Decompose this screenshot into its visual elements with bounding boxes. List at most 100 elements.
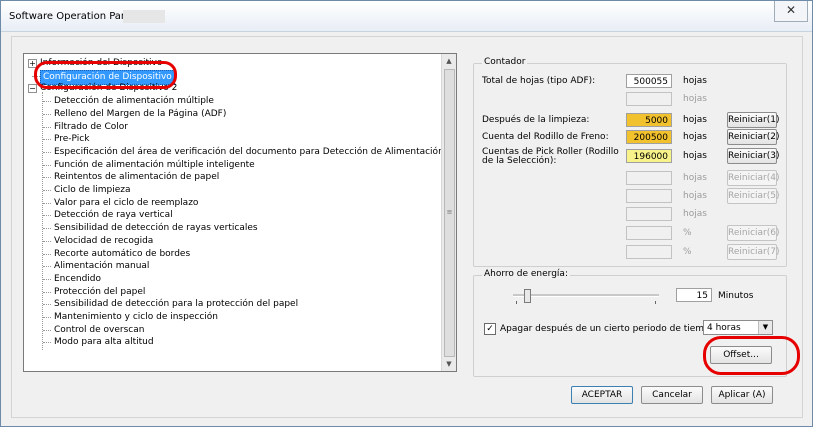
tree-item-label: Especificación del área de verificación … [54,146,457,157]
tree-guide-tick [43,317,51,318]
tree-guide-tick [43,190,51,191]
tree-guide-tick [43,342,51,344]
apply-button-label: Aplicar (A) [718,390,766,400]
tree-item[interactable]: Filtrado de Color [24,121,442,134]
settings-tree: + Información del Dispositivo Configuració… [23,53,457,372]
tree-item[interactable]: Detección de raya vertical [24,209,442,222]
cancel-button[interactable]: Cancelar [641,386,703,404]
reset-button[interactable]: Reiniciar(2) [727,129,780,145]
counter-value [626,171,672,185]
tree-item-label: Ciclo de limpieza [54,185,131,195]
counter-value: 500055 [626,74,672,88]
reset-button: Reiniciar(5) [727,188,780,204]
reset-button-label: Reiniciar(1) [728,115,780,125]
counter-group-title: Contador [482,57,528,67]
collapse-icon[interactable]: − [28,84,37,94]
scroll-thumb[interactable]: ≡ [444,69,455,357]
tree-item[interactable]: Protección del papel [24,286,442,299]
minutes-unit: Minutos [718,291,754,301]
tree-item[interactable]: Pre-Pick [24,133,442,146]
slider-tick-min [516,301,517,304]
tree-item[interactable]: Sensibilidad de detección para la protec… [24,298,442,311]
tree-item[interactable]: Control de overscan [24,324,442,337]
tree-item-label: Mantenimiento y ciclo de inspección [54,312,218,322]
title-bar: Software Operation Panel fi- ✕ [1,1,812,32]
reset-button[interactable]: Reiniciar(1) [727,112,780,128]
apply-button[interactable]: Aplicar (A) [711,386,773,404]
counter-label: Después de la limpieza: [482,115,590,125]
reset-button-label: Reiniciar(4) [728,173,780,183]
tree-item-label: Alimentación manual [54,261,150,272]
counter-value: 196000 [626,149,672,163]
tree-guide-tick [43,113,51,115]
tree-item[interactable]: Valor para el ciclo de reemplazo [24,197,442,210]
tree-item[interactable]: Mantenimiento y ciclo de inspección [24,311,442,324]
tree-item[interactable]: Función de alimentación múltiple intelig… [24,159,442,172]
tree-scrollbar[interactable]: ▲ ≡ ▼ [441,54,456,371]
reset-button: Reiniciar(6) [727,225,780,241]
tree-item-label: Sensibilidad de detección para la protec… [54,299,299,310]
tree-item[interactable]: Modo para alta altitud [24,336,442,349]
scroll-up-icon[interactable]: ▲ [442,54,456,68]
tree-guide-tick [43,101,51,103]
counter-unit: hojas [683,115,707,125]
tree-item[interactable]: Alimentación manual [24,260,442,273]
tree-item-label: Pre-Pick [54,134,90,145]
tree-item-label: Recorte automático de bordes [54,248,191,259]
cancel-button-label: Cancelar [652,390,692,400]
tree-item-label: Filtrado de Color [54,121,128,132]
tree-item-label: Relleno del Margen de la Página (ADF) [54,108,227,119]
counter-value [626,245,672,259]
tree-guide-tick [43,253,51,255]
tree-item-label: Sensibilidad de detección de rayas verti… [54,223,258,234]
tree-item[interactable]: Sensibilidad de detección de rayas verti… [24,222,442,235]
counter-value [626,92,672,106]
tree-guide-tick [43,329,51,331]
tree-guide-tick [43,177,51,179]
reset-button: Reiniciar(4) [727,170,780,186]
reset-button[interactable]: Reiniciar(3) [727,148,780,164]
chevron-down-icon[interactable]: ▼ [758,321,772,334]
auto-off-label: Apagar después de un cierto periodo de t… [500,324,716,334]
reset-button-label: Reiniciar(6) [728,228,780,238]
auto-off-time-select[interactable]: 4 horas ▼ [703,320,773,335]
tree-guide-tick [43,139,51,141]
minutes-value: 15 [676,288,712,302]
energy-slider-track [513,294,659,297]
auto-off-checkbox[interactable]: ✓ [484,323,496,335]
counter-unit: % [683,228,692,238]
counter-unit: hojas [683,191,707,201]
scroll-grip-icon: ≡ [446,208,453,216]
reset-button-label: Reiniciar(2) [728,132,780,142]
ok-button[interactable]: ACEPTAR [571,386,633,404]
tree-item[interactable]: Recorte automático de bordes [24,248,442,261]
ok-button-label: ACEPTAR [581,390,623,400]
counter-value [626,189,672,203]
counter-unit: % [683,247,692,257]
tree-item[interactable]: Relleno del Margen de la Página (ADF) [24,108,442,121]
tree-guide-tick [43,240,51,242]
tree-item[interactable]: Ciclo de limpieza [24,184,442,197]
tree-item[interactable]: Encendido [24,273,442,286]
counter-value: 200500 [626,130,672,144]
tree-item-label: Protección del papel [54,286,146,297]
tree-item[interactable]: Reintentos de alimentación de papel [24,171,442,184]
tree-item[interactable]: Velocidad de recogida [24,235,442,248]
tree-guide-tick [43,304,51,306]
energy-slider-thumb[interactable] [524,289,531,303]
tree-guide-tick [43,151,51,153]
close-icon[interactable]: ✕ [774,1,808,22]
counter-label: Cuenta del Rodillo de Freno: [482,132,609,142]
counter-unit: hojas [683,173,707,183]
tree-item-label: Modo para alta altitud [54,337,154,348]
scroll-down-icon[interactable]: ▼ [442,357,456,371]
counter-label: Cuentas de Pick Roller (Rodillo de la Se… [482,147,619,166]
tree-item-label: Detección de alimentación múltiple [54,96,214,107]
auto-off-time-value: 4 horas [707,323,741,333]
counter-label: Total de hojas (tipo ADF): [482,76,596,86]
tree-item-label: Velocidad de recogida [54,235,154,246]
tree-item[interactable]: Especificación del área de verificación … [24,146,456,159]
tree-item[interactable]: Detección de alimentación múltiple [24,95,442,108]
tree-item-label: Encendido [54,273,102,284]
tree-guide-tick [43,228,51,230]
